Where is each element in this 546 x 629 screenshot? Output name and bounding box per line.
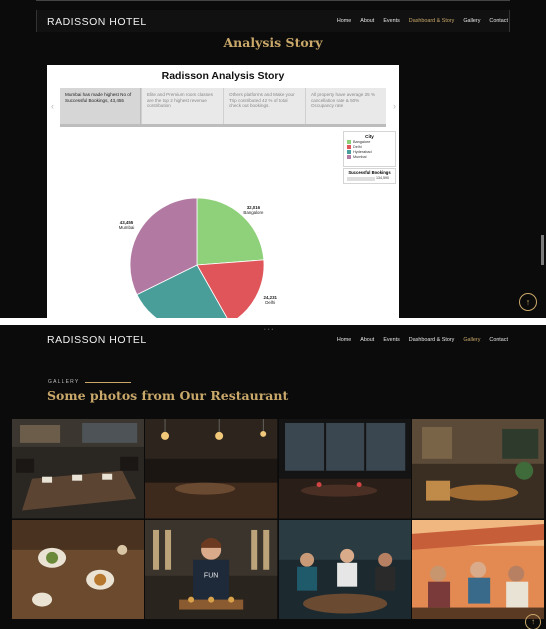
legend-title: City — [365, 134, 374, 139]
scroll-top-arrow-icon[interactable]: ↑ — [519, 293, 537, 311]
menu-item-gallery[interactable]: Gallery — [463, 337, 480, 343]
brand-logo[interactable]: RADISSON HOTEL — [47, 334, 147, 346]
legend-label: Delhi — [353, 145, 362, 149]
gold-rule — [85, 381, 132, 383]
main-menu: Home About Events Dashboard & Story Gallery C… — [328, 337, 508, 343]
navbar: RADISSON HOTEL Home About Events Dashboard … — [0, 12, 546, 32]
restaurant-photo-1[interactable] — [12, 419, 145, 519]
tableau-story-panel: Radisson Analysis Story ‹ › Mumbai has m… — [47, 65, 399, 318]
legend-swatch — [347, 155, 351, 159]
restaurant-photo-4[interactable] — [411, 419, 544, 519]
menu-item-about[interactable]: About — [360, 337, 374, 343]
measure-value: 134,590 — [376, 176, 389, 180]
pie-label-bangalore: 32,016 Bangalore — [239, 205, 267, 215]
legend-items: Bangalore Delhi Hyderabad Mumbai — [344, 140, 395, 159]
legend-item-bangalore[interactable]: Bangalore — [347, 140, 392, 144]
section-title: Analysis Story — [223, 35, 323, 50]
legend-label: Hyderabad — [353, 150, 372, 154]
bookings-pie-chart — [129, 197, 265, 318]
dashboard-screen: RADISSON HOTEL Home About Events Dashboard … — [0, 0, 546, 318]
frame-divider — [36, 0, 510, 1]
gallery-screen: ••• RADISSON HOTEL Home About Events Dashbo… — [0, 325, 546, 629]
gallery-eyebrow: GALLERY — [48, 379, 132, 385]
legend-swatch — [347, 145, 351, 149]
menu-item-events[interactable]: Events — [383, 337, 399, 343]
legend-swatch — [347, 150, 351, 154]
restaurant-photo-3[interactable] — [278, 419, 411, 519]
gallery-heading: Some photos from Our Restaurant — [47, 388, 289, 403]
menu-item-gallery[interactable]: Gallery — [463, 18, 480, 24]
legend-label: Bangalore — [353, 140, 371, 144]
measure-bar — [347, 177, 375, 181]
menu-item-about[interactable]: About — [360, 18, 374, 24]
legend-item-delhi[interactable]: Delhi — [347, 145, 392, 149]
pie-label-city: Bangalore — [243, 209, 264, 215]
city-legend: City Bangalore Delhi Hyderabad Mumbai — [343, 131, 396, 167]
menu-item-events[interactable]: Events — [383, 18, 399, 24]
restaurant-photo-8[interactable] — [411, 519, 544, 619]
page-scrollbar-thumb[interactable] — [541, 235, 544, 265]
measure-title: Successful Bookings — [348, 170, 391, 175]
menu-item-dashboard-story[interactable]: Dashboard & Story — [409, 337, 455, 343]
shirt-text: FUN — [204, 572, 218, 579]
menu-item-dashboard-story[interactable]: Dashboard & Story — [409, 18, 455, 24]
menu-item-contact[interactable]: Contact — [489, 18, 508, 24]
pie-label-mumbai: 43,455 Mumbai — [113, 220, 141, 230]
navbar: RADISSON HOTEL Home About Events Dashboard … — [0, 333, 546, 353]
pie-label-city: Delhi — [265, 300, 276, 306]
scroll-top-arrow-icon[interactable]: ↑ — [525, 614, 541, 629]
pie-label-delhi: 24,231 Delhi — [256, 295, 284, 305]
menu-item-contact[interactable]: Contact — [489, 337, 508, 343]
restaurant-photo-5[interactable] — [12, 519, 145, 619]
legend-label: Mumbai — [353, 155, 367, 159]
menu-item-home[interactable]: Home — [337, 18, 351, 24]
restaurant-photo-6[interactable]: FUN — [145, 519, 278, 619]
brand-logo[interactable]: RADISSON HOTEL — [47, 16, 147, 28]
main-menu: Home About Events Dashboard & Story Gallery C… — [328, 18, 508, 24]
legend-item-mumbai[interactable]: Mumbai — [347, 155, 392, 159]
photo-grid: FUN — [12, 419, 544, 619]
legend-swatch — [347, 140, 351, 144]
menu-item-home[interactable]: Home — [337, 337, 351, 343]
restaurant-photo-7[interactable] — [278, 519, 411, 619]
pie-label-city: Mumbai — [118, 225, 135, 231]
gallery-eyebrow-text: GALLERY — [48, 379, 80, 385]
legend-item-hyderabad[interactable]: Hyderabad — [347, 150, 392, 154]
restaurant-photo-2[interactable] — [145, 419, 278, 519]
measure-legend: Successful Bookings 134,590 — [343, 168, 396, 184]
